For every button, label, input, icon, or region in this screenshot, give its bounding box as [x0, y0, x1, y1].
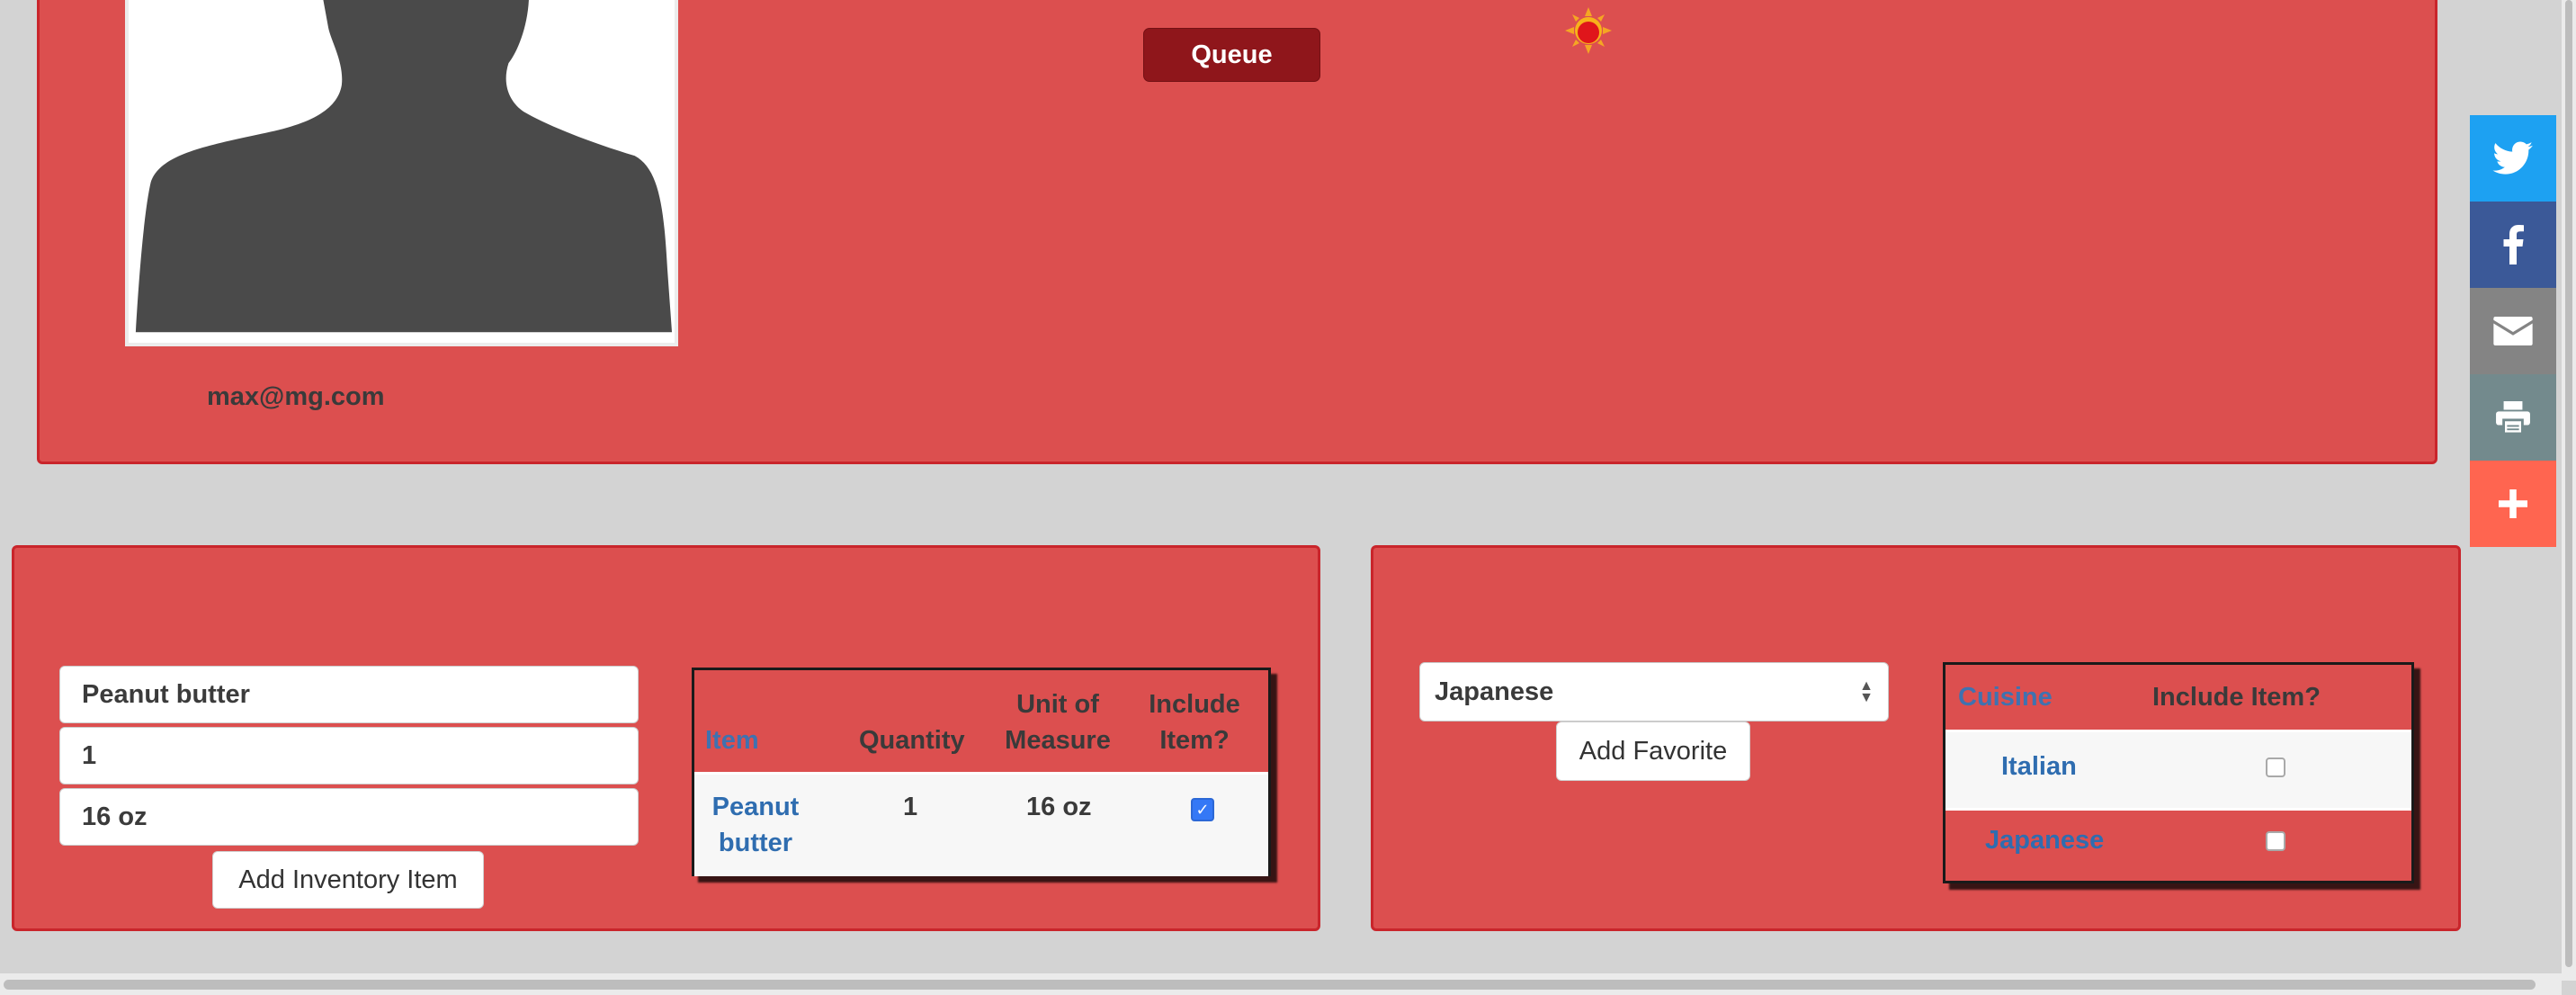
table-row: Peanut butter 1 16 oz ✓: [694, 772, 1268, 876]
quantity-input[interactable]: 1: [59, 727, 639, 784]
select-arrows-icon: ▲ ▼: [1859, 678, 1874, 705]
header-unit: Unit of Measure: [1005, 690, 1111, 755]
row-item-link[interactable]: Peanut butter: [711, 789, 801, 861]
print-share-button[interactable]: [2470, 374, 2556, 461]
share-bar: [2470, 115, 2556, 547]
unit-input[interactable]: 16 oz: [59, 788, 639, 846]
avatar: [125, 0, 678, 346]
header-include-fav: Include Item?: [2152, 683, 2321, 712]
twitter-icon: [2492, 141, 2533, 175]
table-row: Japanese: [1945, 808, 2411, 880]
row-cuisine-link[interactable]: Japanese: [1985, 822, 2104, 858]
favorites-table: Cuisine Include Item? Italian Japanese: [1943, 662, 2414, 883]
email-icon: [2493, 317, 2533, 345]
profile-panel: max@mg.com Queue: [37, 0, 2437, 464]
row-unit: 16 oz: [1026, 793, 1092, 821]
print-icon: [2496, 401, 2530, 434]
include-checkbox[interactable]: [2266, 831, 2285, 851]
profile-email: max@mg.com: [207, 382, 385, 411]
cuisine-select[interactable]: Japanese ▲ ▼: [1419, 662, 1889, 722]
more-share-button[interactable]: [2470, 461, 2556, 547]
cuisine-select-value: Japanese: [1435, 677, 1554, 706]
horizontal-scroll-thumb[interactable]: [4, 980, 2536, 990]
header-quantity: Quantity: [859, 726, 965, 755]
add-inventory-item-button[interactable]: Add Inventory Item: [212, 851, 484, 909]
include-checkbox[interactable]: ✓: [1191, 798, 1214, 821]
queue-button[interactable]: Queue: [1143, 28, 1320, 82]
avatar-silhouette-icon: [135, 0, 673, 333]
header-include: Include Item?: [1149, 690, 1240, 755]
facebook-share-button[interactable]: [2470, 202, 2556, 288]
row-quantity: 1: [903, 793, 918, 821]
row-cuisine-link[interactable]: Italian: [2001, 748, 2077, 784]
twitter-share-button[interactable]: [2470, 115, 2556, 202]
table-row: Italian: [1945, 730, 2411, 811]
horizontal-scrollbar[interactable]: [0, 973, 2562, 995]
email-share-button[interactable]: [2470, 288, 2556, 374]
vertical-scrollbar[interactable]: [2562, 0, 2576, 981]
inventory-table: Item Quantity Unit of Measure Include It…: [692, 668, 1271, 876]
sun-icon: [1565, 7, 1612, 54]
vertical-scroll-thumb[interactable]: [2565, 0, 2572, 967]
header-cuisine[interactable]: Cuisine: [1958, 679, 2053, 715]
plus-icon: [2499, 489, 2527, 518]
item-name-input[interactable]: Peanut butter: [59, 666, 639, 723]
include-checkbox[interactable]: [2266, 757, 2285, 777]
add-favorite-button[interactable]: Add Favorite: [1556, 722, 1750, 781]
facebook-icon: [2503, 225, 2524, 264]
header-item[interactable]: Item: [705, 722, 759, 758]
